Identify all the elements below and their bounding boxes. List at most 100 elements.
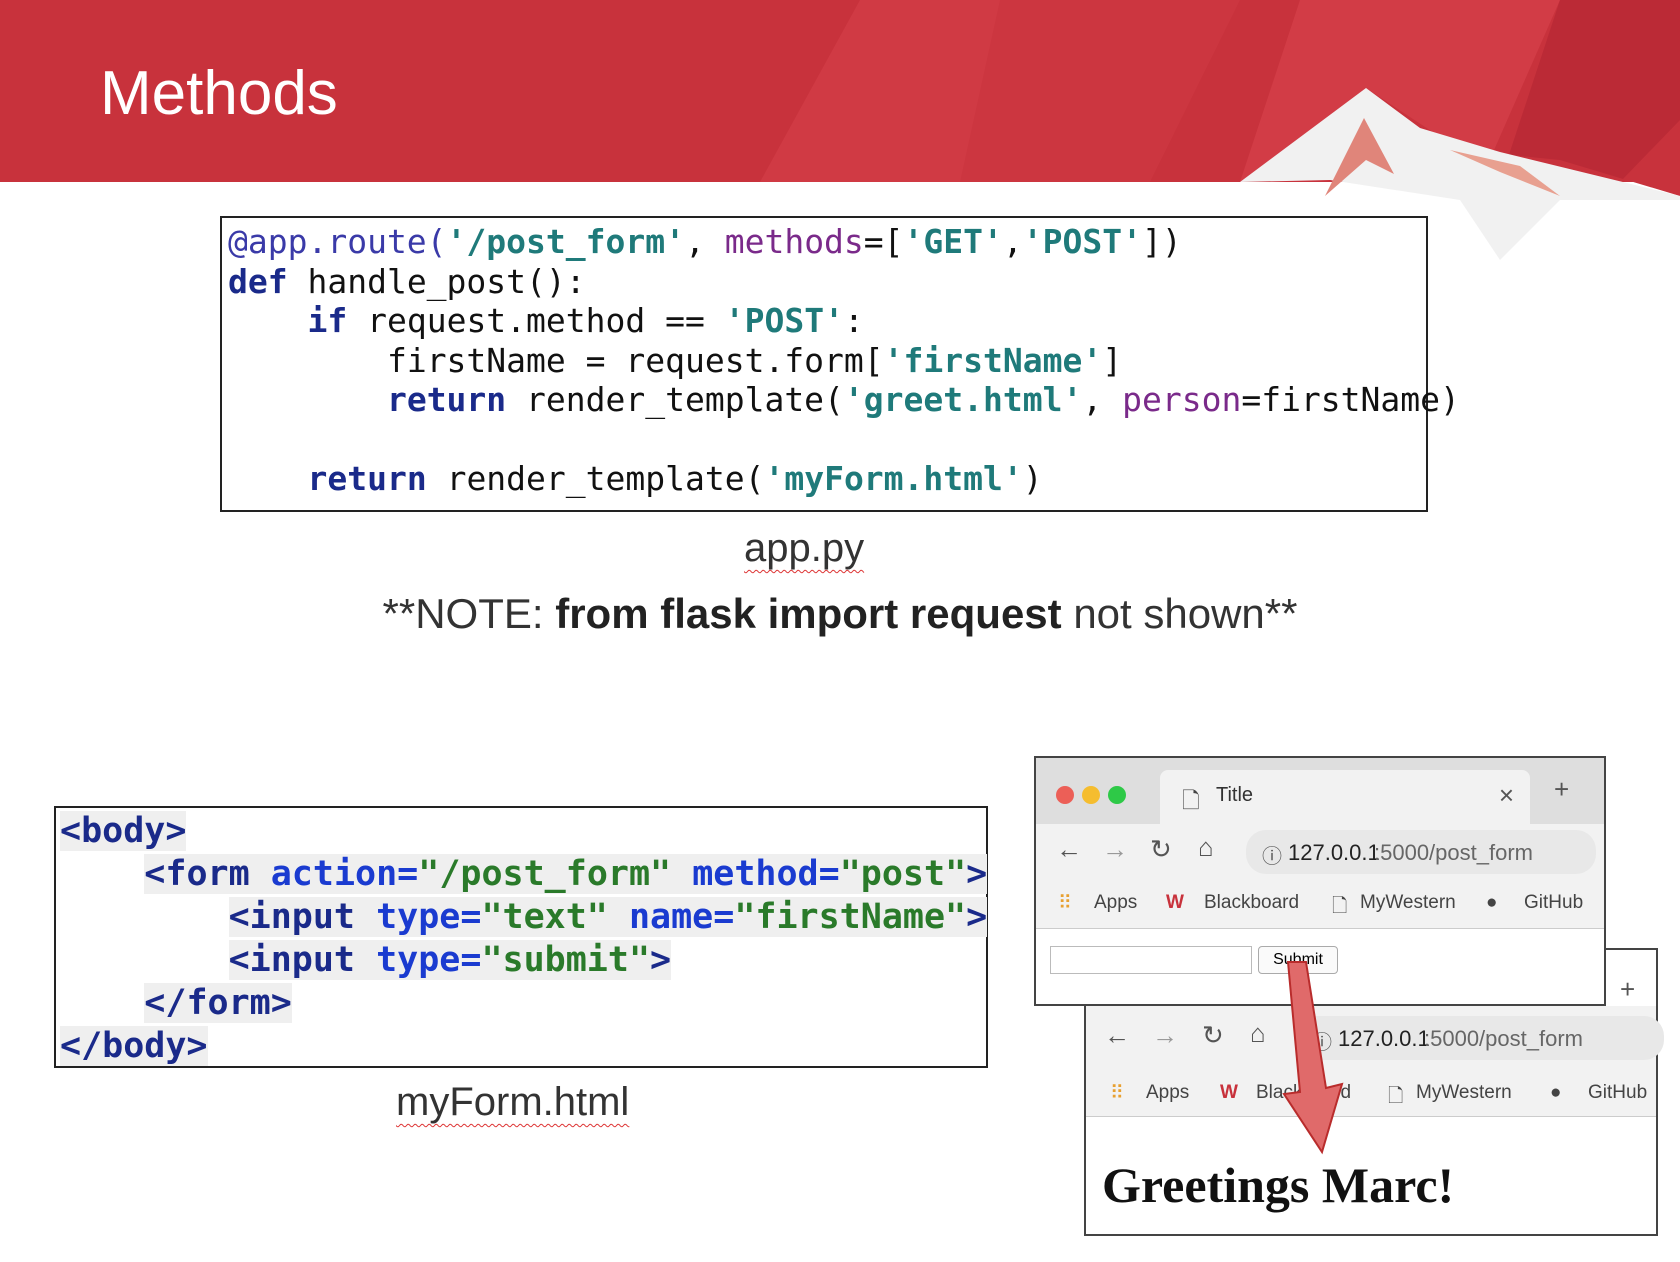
tab-title: Title [1216, 784, 1254, 806]
method-attr: method= [692, 854, 840, 894]
punct: : [843, 301, 864, 340]
bookmark-mywestern[interactable]: MyWestern [1416, 1082, 1512, 1104]
punct: , [1002, 222, 1023, 261]
tag-close: > [966, 897, 988, 937]
form-close-tag: </form> [144, 983, 292, 1023]
code-line-5: return render_template('greet.html', per… [228, 380, 1460, 419]
method-value: "post" [839, 854, 967, 894]
input-tag: <input [228, 940, 377, 980]
myform-caption: myForm.html [396, 1080, 630, 1124]
apps-grid-icon: ⠿ [1058, 893, 1072, 914]
punct: , [1082, 380, 1123, 419]
code-line-3: if request.method == 'POST': [228, 301, 864, 340]
assignment: firstName = request.form[ [386, 340, 884, 380]
punct: ] [1102, 340, 1123, 380]
code-line-4: firstName = request.form['firstName'] [228, 341, 1122, 380]
github-icon: ● [1550, 1082, 1562, 1103]
new-tab-button[interactable]: + [1554, 774, 1569, 805]
tag-close: > [966, 854, 988, 894]
app-py-code: @app.route('/post_form', methods=['GET',… [228, 222, 1460, 499]
form-tag: <form [144, 854, 271, 894]
bookmark-mywestern[interactable]: MyWestern [1360, 892, 1456, 914]
greeting-heading: Greetings Marc! [1102, 1157, 1455, 1213]
call: render_template( [426, 459, 765, 498]
input-tag: <input [228, 897, 377, 937]
app-py-caption: app.py [744, 526, 865, 570]
code-line-6: return render_template('myForm.html') [228, 459, 1043, 498]
bookmark-apps[interactable]: Apps [1094, 892, 1137, 914]
name-value: "firstName" [734, 897, 967, 937]
reload-icon[interactable]: ↻ [1202, 1020, 1224, 1051]
call: render_template( [506, 380, 844, 419]
code-line-form: <form action="/post_form" method="post"> [144, 854, 988, 894]
code-line-input-submit: <input type="submit"> [228, 940, 672, 980]
if-keyword: if [307, 301, 348, 340]
type-attr: type= [376, 897, 482, 937]
route-string: '/post_form' [446, 222, 685, 261]
action-attr: action= [270, 854, 419, 894]
url-path: :5000/post_form [1424, 1026, 1583, 1051]
note-suffix: not shown** [1061, 590, 1298, 637]
github-icon: ● [1486, 892, 1498, 913]
browser-tab[interactable]: 🗋 Title × [1160, 770, 1530, 824]
code-line-2: def handle_post(): [228, 262, 586, 301]
info-icon[interactable]: ⓘ [1262, 840, 1282, 869]
name-attr: name= [628, 897, 735, 937]
first-name-input[interactable] [1050, 946, 1252, 974]
punct: ]) [1141, 222, 1182, 261]
return-keyword: return [386, 380, 507, 419]
punct: , [684, 222, 725, 261]
myform-code: <body> <form action="/post_form" method=… [60, 810, 988, 1068]
type-value: "text" [481, 897, 608, 937]
home-icon[interactable]: ⌂ [1250, 1018, 1266, 1049]
tab-strip: 🗋 Title × + [1036, 758, 1604, 824]
tag-close: > [650, 940, 672, 980]
action-value: "/post_form" [418, 854, 672, 894]
back-arrow-icon[interactable]: ← [1104, 1020, 1130, 1051]
forward-arrow-icon[interactable]: → [1152, 1020, 1178, 1051]
template-string: 'myForm.html' [764, 459, 1023, 498]
home-icon[interactable]: ⌂ [1198, 832, 1214, 863]
page-icon: 🗋 [1182, 788, 1200, 813]
firstname-string: 'firstName' [883, 340, 1103, 380]
post-string: 'POST' [724, 301, 844, 340]
back-arrow-icon[interactable]: ← [1056, 834, 1082, 865]
note-import: from flask import request [555, 590, 1062, 637]
bookmark-github[interactable]: GitHub [1524, 892, 1583, 914]
body-open-tag: <body> [60, 811, 187, 851]
bookmark-apps[interactable]: Apps [1146, 1082, 1189, 1104]
template-string: 'greet.html' [843, 380, 1083, 419]
bookmark-github[interactable]: GitHub [1588, 1082, 1647, 1104]
import-note: **NOTE: from flask import request not sh… [0, 590, 1680, 638]
type-value: "submit" [481, 940, 651, 980]
blackboard-icon: W [1220, 1082, 1238, 1103]
apps-grid-icon: ⠿ [1110, 1083, 1124, 1104]
new-tab-button[interactable]: + [1620, 974, 1635, 1005]
punct: ) [1022, 459, 1043, 498]
return-keyword: return [307, 459, 427, 498]
forward-arrow-icon[interactable]: → [1102, 834, 1128, 865]
note-prefix: **NOTE: [382, 590, 556, 637]
myform-code-block: <body> <form action="/post_form" method=… [54, 806, 988, 1068]
decorator: @app.route( [228, 222, 447, 261]
slide-title: Methods [100, 59, 338, 128]
get-string: 'GET' [903, 222, 1003, 261]
tab-close-icon[interactable]: × [1499, 780, 1514, 811]
punct: =[ [863, 222, 904, 261]
url-host: 127.0.0.1 [1288, 840, 1380, 865]
condition: request.method == [347, 301, 725, 340]
form-bookmarks-bar: ⠿ Apps W Blackboard 🗋 MyWestern ● GitHub [1036, 882, 1604, 929]
blackboard-icon: W [1166, 892, 1184, 913]
submit-to-result-arrow [1282, 961, 1344, 1155]
minimize-window-icon[interactable] [1082, 786, 1100, 804]
url-path: :5000/post_form [1374, 840, 1533, 865]
reload-icon[interactable]: ↻ [1150, 834, 1172, 865]
bookmark-blackboard[interactable]: Blackboard [1204, 892, 1299, 914]
form-address-bar[interactable]: ⓘ 127.0.0.1 :5000/post_form [1246, 830, 1596, 874]
close-window-icon[interactable] [1056, 786, 1074, 804]
page-icon: 🗋 [1332, 896, 1348, 917]
maximize-window-icon[interactable] [1108, 786, 1126, 804]
def-keyword: def [228, 261, 288, 301]
